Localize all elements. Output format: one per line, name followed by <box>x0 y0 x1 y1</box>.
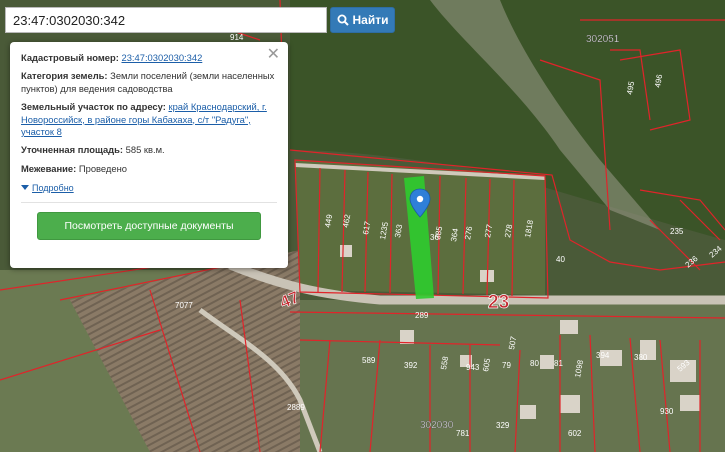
area-value: 585 кв.м. <box>125 144 165 156</box>
parcel-number-label: 40 <box>556 255 565 264</box>
quarter-label-302051: 302051 <box>586 34 620 45</box>
cadastral-number-row: Кадастровый номер: 23:47:0302030:342 <box>21 52 277 64</box>
search-input[interactable] <box>5 7 327 33</box>
parcel-number-label: 930 <box>660 407 674 416</box>
cadastral-number-link[interactable]: 23:47:0302030:342 <box>121 52 202 63</box>
close-icon[interactable]: ✕ <box>267 47 280 63</box>
area-label: Уточненная площадь: <box>21 144 124 156</box>
parcel-number-label: 589 <box>362 356 376 365</box>
divider <box>21 201 277 203</box>
parcel-number-label: 81 <box>554 359 563 368</box>
survey-label: Межевание: <box>21 162 77 174</box>
parcel-number-label: 7077 <box>175 301 193 310</box>
parcel-number-label: 602 <box>568 429 582 438</box>
land-category-row: Категория земель: Земли поселений (земли… <box>21 70 277 95</box>
parcel-number-label: 943 <box>466 363 480 372</box>
survey-row: Межевание: Проведено <box>21 163 277 175</box>
address-row: Земельный участок по адресу: край Красно… <box>21 101 277 138</box>
parcel-number-label: 289 <box>415 311 429 320</box>
parcel-number-label: 80 <box>530 359 539 368</box>
parcel-number-label: 2889 <box>287 403 305 412</box>
parcel-number-label: 235 <box>670 227 684 236</box>
survey-value: Проведено <box>78 162 127 174</box>
quarter-label-302030: 302030 <box>420 420 454 431</box>
search-icon <box>337 14 349 26</box>
chevron-down-icon <box>21 185 29 191</box>
parcel-number-label: 392 <box>404 361 418 370</box>
parcel-number-label: 394 <box>596 351 610 360</box>
cadastral-number-label: Кадастровый номер: <box>21 52 119 63</box>
details-toggle[interactable]: Подробно <box>21 182 74 194</box>
road-label-23: 23 <box>488 292 509 313</box>
parcel-number-label: 79 <box>502 361 511 370</box>
parcel-info-popup: ✕ Кадастровый номер: 23:47:0302030:342 К… <box>10 42 288 268</box>
land-category-label: Категория земель: <box>21 70 108 82</box>
parcel-number-label: 329 <box>496 421 510 430</box>
view-documents-button[interactable]: Посмотреть доступные документы <box>37 211 261 240</box>
address-label: Земельный участок по адресу: <box>21 101 166 113</box>
search-button[interactable]: Найти <box>330 7 395 33</box>
settlement-area <box>300 300 725 452</box>
search-button-label: Найти <box>352 13 389 27</box>
parcel-number-label: 380 <box>634 353 648 362</box>
parcel-number-label: 781 <box>456 429 470 438</box>
details-toggle-label: Подробно <box>32 182 74 193</box>
area-row: Уточненная площадь: 585 кв.м. <box>21 144 277 156</box>
parcel-number-label: 914 <box>230 33 244 42</box>
